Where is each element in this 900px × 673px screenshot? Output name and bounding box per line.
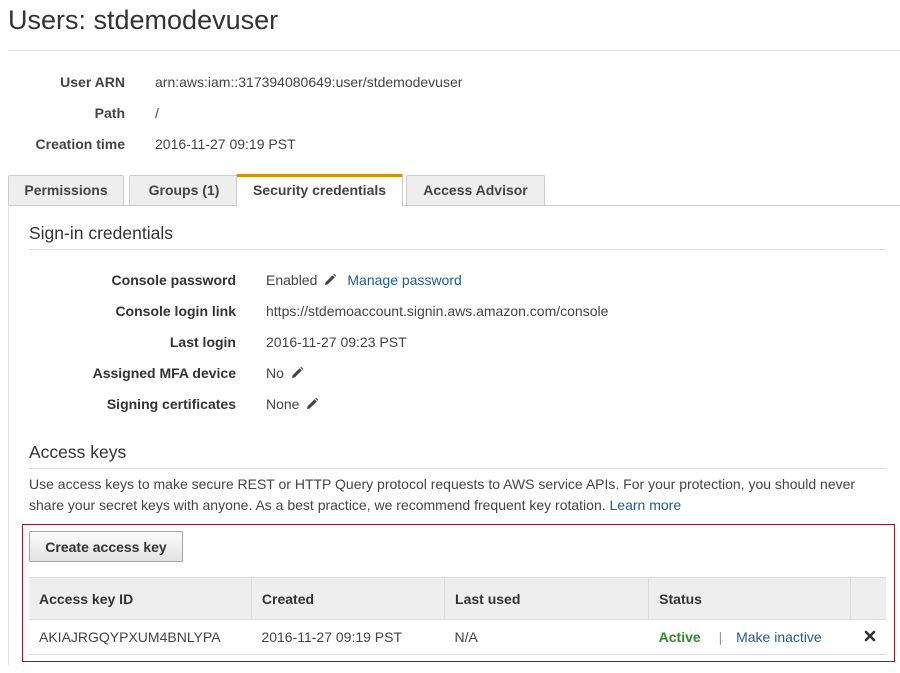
access-keys-description: Use access keys to make secure REST or H… [29, 476, 856, 513]
user-arn-value: arn:aws:iam::317394080649:user/stdemodev… [155, 74, 463, 90]
learn-more-link[interactable]: Learn more [610, 497, 682, 513]
status-cell: Active | Make inactive [648, 619, 851, 655]
pencil-icon[interactable] [323, 273, 337, 287]
column-header-access-key-id[interactable]: Access key ID [29, 577, 252, 620]
tab-divider [8, 205, 900, 206]
delete-x-icon[interactable] [864, 630, 876, 642]
table-row: AKIAJRGQYPXUM4BNLYPA 2016-11-27 09:19 PS… [29, 619, 886, 655]
pencil-icon[interactable] [305, 397, 319, 411]
access-key-id-cell: AKIAJRGQYPXUM4BNLYPA [29, 619, 252, 655]
creation-time-value: 2016-11-27 09:19 PST [155, 136, 296, 152]
signin-credentials-heading: Sign-in credentials [29, 223, 173, 243]
console-password-value-group: Enabled Manage password [266, 272, 462, 288]
tab-permissions[interactable]: Permissions [8, 175, 124, 205]
tab-bar: Permissions Groups (1) Security credenti… [8, 174, 900, 207]
title-divider [8, 50, 900, 51]
last-used-cell: N/A [444, 619, 649, 655]
table-header-row: Access key ID Created Last used Status [29, 577, 886, 620]
creation-time-label: Creation time [35, 136, 125, 152]
tab-security-credentials[interactable]: Security credentials [236, 174, 403, 207]
user-arn-label: User ARN [60, 74, 125, 90]
page-title: Users: stdemodevuser [8, 5, 279, 35]
column-header-created[interactable]: Created [250, 577, 445, 620]
make-inactive-link[interactable]: Make inactive [736, 629, 822, 645]
column-header-status[interactable]: Status [648, 577, 851, 620]
pencil-icon[interactable] [290, 366, 304, 380]
path-label: Path [94, 105, 125, 121]
access-keys-description-block: Use access keys to make secure REST or H… [29, 474, 886, 516]
last-login-label: Last login [169, 334, 236, 350]
delete-cell [850, 619, 886, 655]
last-login-value: 2016-11-27 09:23 PST [266, 334, 407, 350]
signing-certificates-value-group: None [266, 396, 319, 412]
status-separator: | [718, 629, 723, 645]
access-keys-table: Access key ID Created Last used Status A… [29, 577, 886, 655]
mfa-device-label: Assigned MFA device [92, 365, 236, 381]
manage-password-link[interactable]: Manage password [347, 272, 461, 288]
access-keys-heading: Access keys [29, 442, 127, 462]
created-cell: 2016-11-27 09:19 PST [251, 619, 445, 655]
console-login-link-value: https://stdemoaccount.signin.aws.amazon.… [266, 303, 609, 319]
signing-certificates-label: Signing certificates [106, 396, 236, 412]
path-value: / [155, 105, 159, 121]
signing-certificates-value: None [266, 396, 300, 412]
mfa-device-value-group: No [266, 365, 304, 381]
column-header-last-used[interactable]: Last used [444, 577, 649, 620]
console-password-label: Console password [111, 272, 236, 288]
signin-divider [29, 249, 886, 250]
console-password-value: Enabled [266, 272, 318, 288]
create-access-key-button[interactable]: Create access key [29, 531, 183, 562]
tab-groups[interactable]: Groups (1) [129, 175, 239, 205]
tab-access-advisor[interactable]: Access Advisor [406, 175, 545, 205]
access-keys-divider [29, 468, 886, 469]
status-badge: Active [658, 629, 701, 645]
mfa-device-value: No [266, 365, 284, 381]
column-header-actions [850, 577, 886, 620]
console-login-link-label: Console login link [115, 303, 236, 319]
